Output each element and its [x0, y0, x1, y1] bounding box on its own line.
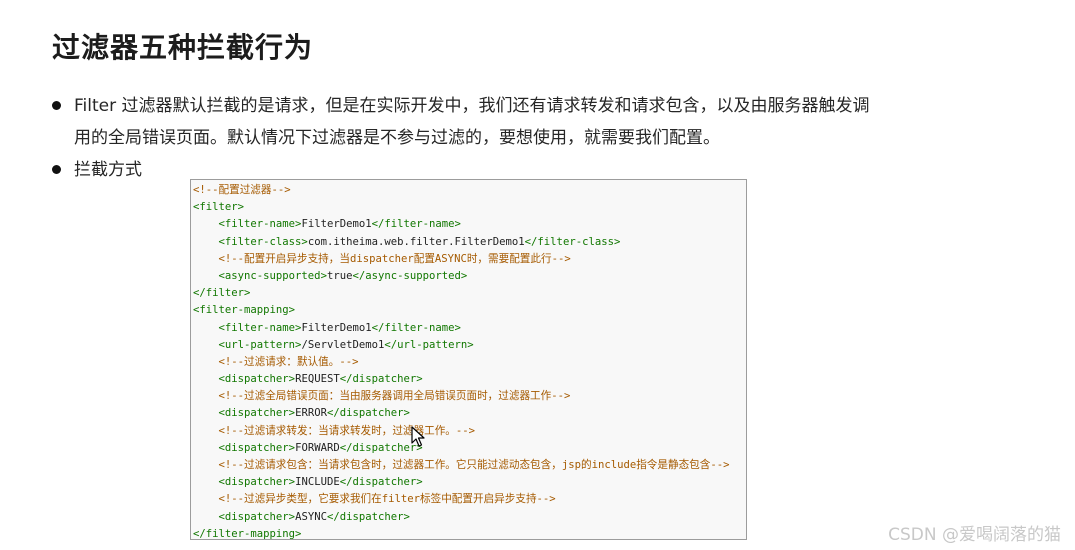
xml-tag: </filter-mapping> [193, 527, 302, 540]
code-line: </filter> [191, 285, 746, 302]
xml-tag: </filter> [193, 287, 251, 300]
xml-tag: <dispatcher> [218, 441, 296, 454]
bullet-dot [52, 101, 61, 110]
xml-text [193, 407, 219, 419]
code-line: <!--过滤异步类型，它要求我们在filter标签中配置开启异步支持--> [191, 491, 746, 508]
xml-tag: </filter-name> [371, 321, 461, 334]
xml-comment: <!--过滤请求包含：当请求包含时，过滤器工作。它只能过滤动态包含，jsp的in… [218, 459, 730, 471]
code-line: <dispatcher>REQUEST</dispatcher> [191, 371, 746, 388]
xml-text: REQUEST [295, 373, 340, 386]
xml-comment: <!--过滤请求转发：当请求转发时，过滤器工作。--> [218, 424, 476, 437]
xml-tag: <async-supported> [218, 269, 327, 282]
code-line: <!--过滤请求包含：当请求包含时，过滤器工作。它只能过滤动态包含，jsp的in… [191, 457, 746, 474]
code-line: <url-pattern>/ServletDemo1</url-pattern> [191, 337, 746, 354]
xml-text [193, 339, 219, 351]
xml-tag: <url-pattern> [218, 338, 302, 351]
xml-tag: </dispatcher> [326, 510, 410, 523]
xml-text [193, 236, 219, 248]
xml-text [193, 459, 219, 471]
code-line: <dispatcher>FORWARD</dispatcher> [191, 440, 746, 457]
xml-text [193, 253, 219, 265]
xml-text: /ServletDemo1 [301, 338, 385, 351]
code-line: <filter> [191, 199, 746, 216]
xml-text [193, 218, 219, 230]
xml-text: FilterDemo1 [301, 218, 372, 231]
xml-comment: <!--配置过滤器--> [193, 184, 291, 196]
xml-tag: </dispatcher> [326, 407, 410, 420]
code-line: <!--配置过滤器--> [191, 182, 746, 199]
code-line: <dispatcher>INCLUDE</dispatcher> [191, 474, 746, 491]
xml-text: true [326, 269, 353, 282]
code-block: <!--配置过滤器--> <filter> <filter-name>Filter… [190, 179, 747, 540]
xml-text [193, 511, 219, 523]
paragraph-line: 用的全局错误页面。默认情况下过滤器是不参与过滤的，要想使用，就需要我们配置。 [74, 128, 720, 148]
xml-tag: </dispatcher> [339, 476, 423, 489]
xml-text [193, 322, 219, 334]
xml-tag: <dispatcher> [218, 373, 296, 386]
xml-tag: <filter-name> [218, 321, 302, 334]
code-line: <async-supported>true</async-supported> [191, 268, 746, 285]
code-line: <dispatcher>ASYNC</dispatcher> [191, 509, 746, 526]
code-line: <filter-mapping> [191, 302, 746, 319]
xml-tag: </filter-class> [524, 235, 621, 248]
xml-text: FilterDemo1 [301, 321, 372, 334]
paragraph-line: 拦截方式 [74, 160, 142, 180]
xml-text [193, 373, 219, 385]
page-title: 过滤器五种拦截行为 [52, 31, 314, 64]
xml-text [193, 476, 219, 488]
code-line: <filter-name>FilterDemo1</filter-name> [191, 216, 746, 233]
xml-tag: <filter-name> [218, 218, 302, 231]
xml-tag: <dispatcher> [218, 407, 296, 420]
xml-text [193, 270, 219, 282]
xml-comment: <!--配置开启异步支持，当dispatcher配置ASYNC时，需要配置此行-… [218, 252, 571, 265]
xml-text [193, 493, 219, 505]
code-line: <!--过滤全局错误页面：当由服务器调用全局错误页面时，过滤器工作--> [191, 388, 746, 405]
xml-text [193, 390, 219, 402]
code-line: <dispatcher>ERROR</dispatcher> [191, 405, 746, 422]
mouse-cursor-icon [411, 426, 425, 447]
xml-text: INCLUDE [295, 476, 340, 489]
xml-tag: <filter> [193, 201, 245, 214]
xml-tag: <dispatcher> [218, 476, 296, 489]
code-line: </filter-mapping> [191, 526, 746, 540]
xml-tag: </filter-name> [371, 218, 461, 231]
xml-comment: <!--过滤异步类型，它要求我们在filter标签中配置开启异步支持--> [218, 493, 556, 506]
xml-text: com.itheima.web.filter.FilterDemo1 [307, 235, 525, 248]
xml-tag: <filter-class> [218, 235, 308, 248]
watermark: CSDN @爱喝阔落的猫 [888, 525, 1061, 545]
xml-tag: </dispatcher> [339, 373, 423, 386]
xml-tag: </url-pattern> [384, 338, 474, 351]
code-line: <filter-class>com.itheima.web.filter.Fil… [191, 234, 746, 251]
xml-tag: </async-supported> [352, 269, 468, 282]
xml-text [193, 425, 219, 437]
xml-comment: <!--过滤请求：默认值。--> [218, 355, 359, 368]
xml-text [193, 356, 219, 368]
code-line: <!--配置开启异步支持，当dispatcher配置ASYNC时，需要配置此行-… [191, 251, 746, 268]
code-line: <filter-name>FilterDemo1</filter-name> [191, 320, 746, 337]
paragraph-line: Filter 过滤器默认拦截的是请求，但是在实际开发中，我们还有请求转发和请求包… [74, 96, 870, 116]
code-line: <!--过滤请求转发：当请求转发时，过滤器工作。--> [191, 423, 746, 440]
xml-text [193, 442, 219, 454]
xml-comment: <!--过滤全局错误页面：当由服务器调用全局错误页面时，过滤器工作--> [218, 390, 571, 403]
xml-tag: <dispatcher> [218, 510, 296, 523]
code-line: <!--过滤请求：默认值。--> [191, 354, 746, 371]
xml-tag: <filter-mapping> [193, 304, 296, 317]
xml-text: ERROR [295, 407, 327, 420]
bullet-dot [52, 165, 61, 174]
xml-text: ASYNC [295, 510, 327, 523]
xml-text: FORWARD [295, 441, 340, 454]
